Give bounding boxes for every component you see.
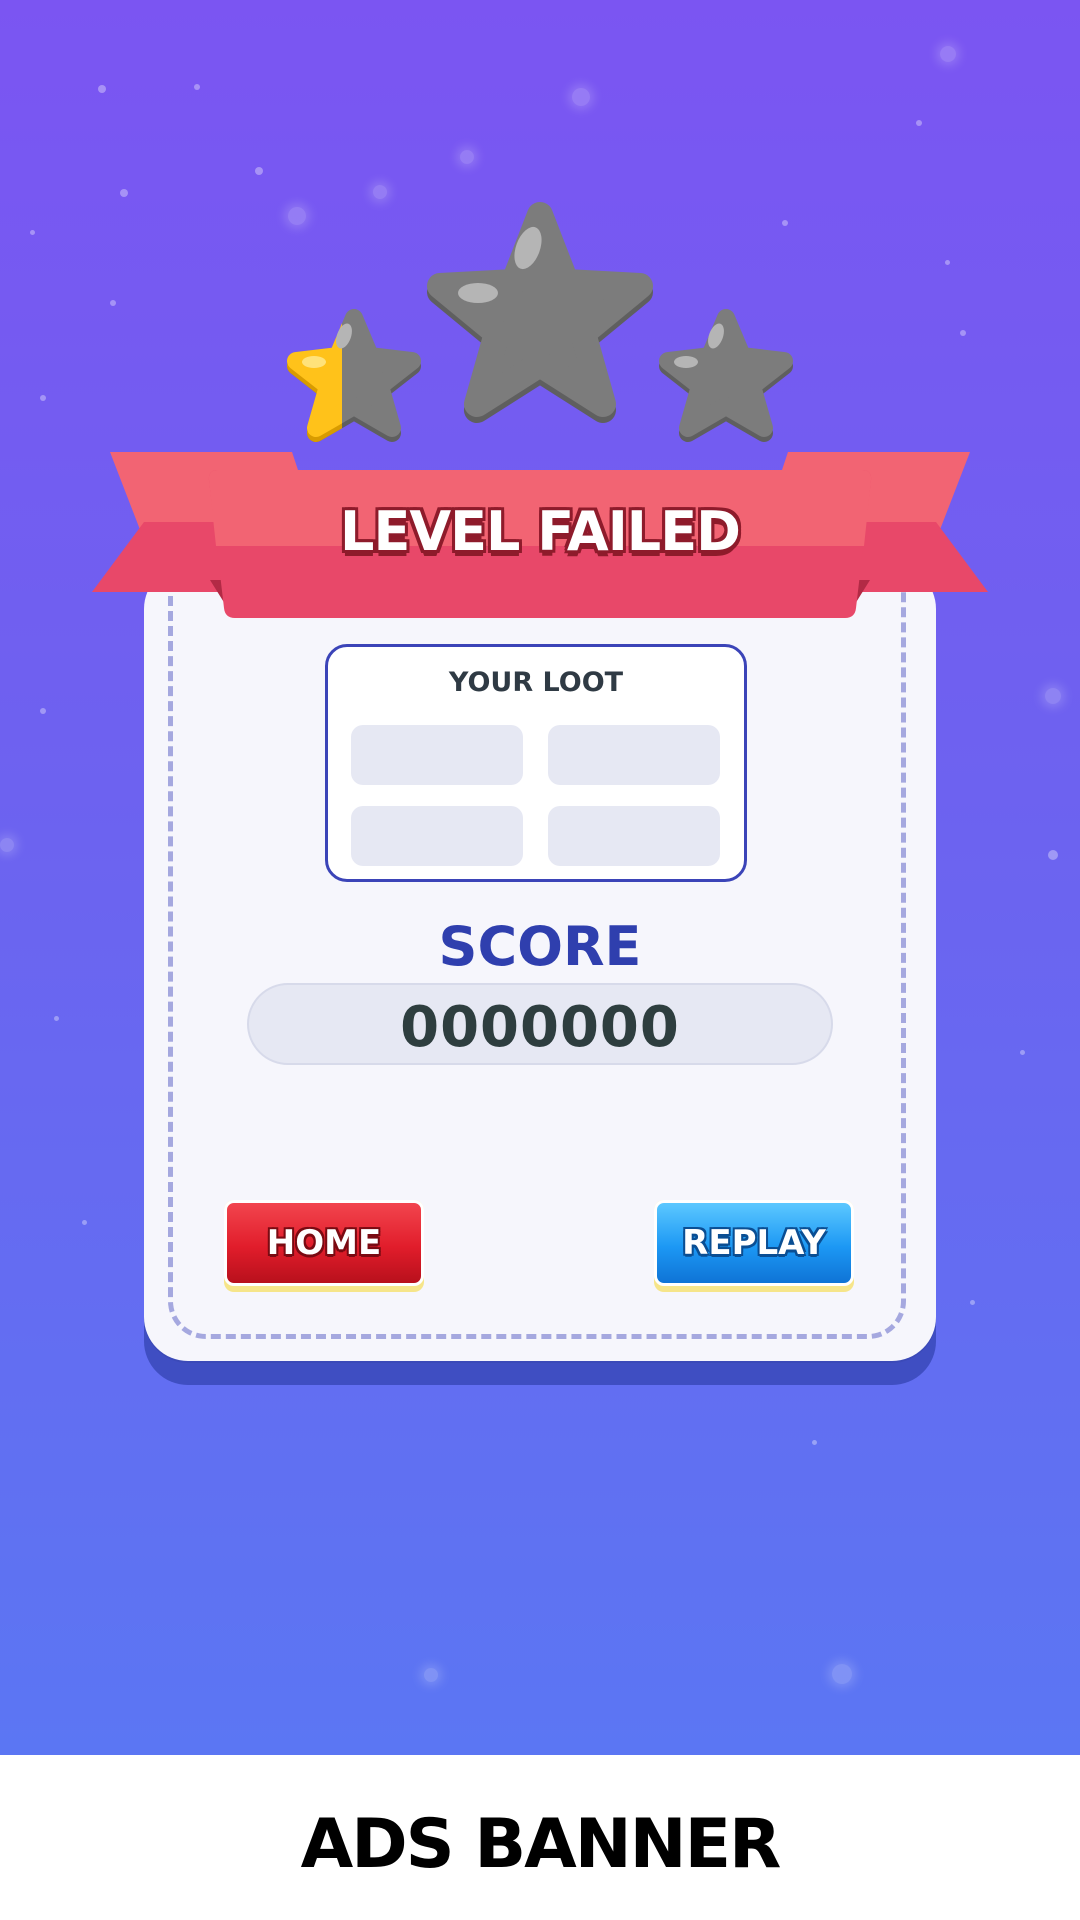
- star-rating: [287, 202, 793, 442]
- loot-slot: [351, 806, 523, 866]
- sparkle: [832, 1664, 852, 1684]
- sparkle: [970, 1300, 975, 1305]
- home-button-base: HOME: [224, 1200, 424, 1292]
- ads-banner-label: ADS BANNER: [300, 1805, 782, 1884]
- home-button[interactable]: HOME: [224, 1200, 424, 1286]
- sparkle: [1020, 1050, 1025, 1055]
- loot-title: YOUR LOOT: [448, 667, 624, 698]
- loot-slot: [548, 806, 720, 866]
- sparkle: [40, 708, 46, 714]
- loot-slot: [548, 725, 720, 785]
- score-value: 0000000: [400, 995, 680, 1060]
- loot-slot: [351, 725, 523, 785]
- sparkle: [1048, 850, 1058, 860]
- star-icon-left: [287, 309, 421, 442]
- sparkle: [812, 1440, 817, 1445]
- replay-button[interactable]: REPLAY: [654, 1200, 854, 1286]
- replay-button-base: REPLAY: [654, 1200, 854, 1292]
- level-failed-title: LEVEL FAILED: [340, 500, 741, 563]
- replay-button-label: REPLAY: [682, 1223, 826, 1263]
- sparkle: [424, 1668, 438, 1682]
- sparkle: [1045, 688, 1061, 704]
- loot-panel: YOUR LOOT: [325, 644, 747, 882]
- star-icon-center: [427, 202, 653, 423]
- sparkle: [82, 1220, 87, 1225]
- sparkle: [0, 838, 14, 852]
- home-button-label: HOME: [266, 1223, 382, 1263]
- star-icon-right: [659, 309, 793, 442]
- ads-banner[interactable]: ADS BANNER: [0, 1755, 1080, 1920]
- score-label: SCORE: [438, 915, 642, 978]
- score-field: 0000000: [247, 983, 833, 1065]
- sparkle: [54, 1016, 59, 1021]
